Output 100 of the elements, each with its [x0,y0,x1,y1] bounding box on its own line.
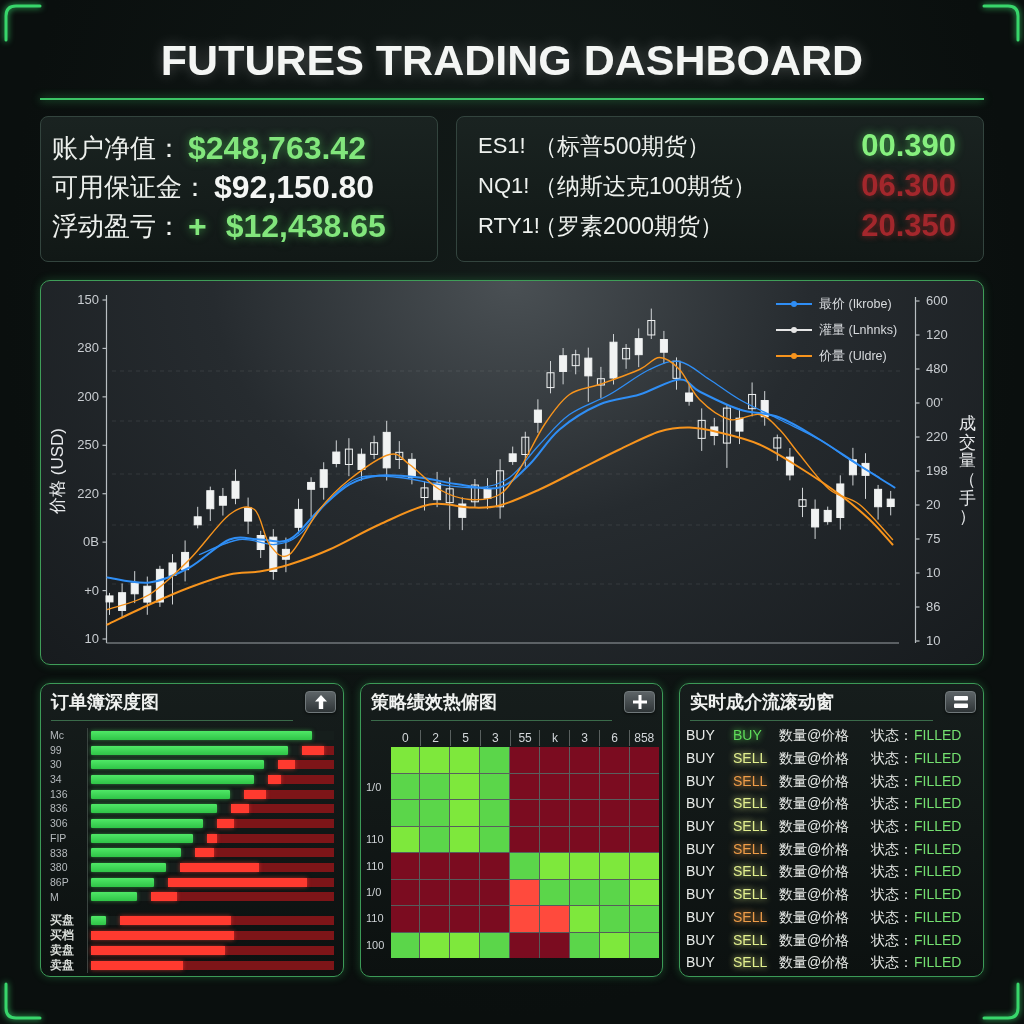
price-value: 06.300 [861,168,956,204]
axis-tick-label: 86 [926,599,941,615]
row-label: 1/0 [366,779,382,794]
status-label: 状态： [871,749,913,768]
axis-tick-label: 120 [926,327,948,343]
axis-tick-label: 75 [926,531,941,547]
add-button[interactable] [624,691,655,713]
status-value: FILLED [914,771,962,790]
status-value: FILLED [914,930,962,949]
plus-icon [632,695,647,709]
account-value: $248,763.42 [188,129,366,166]
contract-name: （标普500期货） [534,132,711,161]
side-label: 卖盘 [50,943,75,959]
axis-tick-label: 250 [77,437,99,454]
panel-title: 实时成介流滚动窗 [690,691,834,714]
axis-tick-label: 480 [926,361,948,377]
axis-tick-label: 220 [926,429,948,445]
status-label: 状态： [871,907,913,926]
list-button[interactable] [945,691,976,713]
trade-action: BUY [686,749,715,768]
price-level-label: 34 [50,772,63,787]
axis-tick-label: 10 [926,633,941,649]
price-level-label: 86P [50,874,70,890]
axis-tick-label: 20 [926,497,941,513]
axis-tick-label: 00' [926,395,943,411]
column-header: k [539,730,570,746]
status-label: 状态： [871,885,913,904]
status-value: FILLED [914,726,962,745]
symbol-label: ES1! [478,132,527,160]
status-label: 状态： [871,817,913,836]
status-label: 状态： [871,839,913,858]
status-value: FILLED [914,794,962,813]
frame-corner-drawing [4,982,42,1020]
trade-side: SELL [733,817,768,836]
column-header: 0 [401,730,410,746]
price-level-label: 136 [50,786,69,802]
trade-action: BUY [686,862,715,881]
price-level-label: 838 [50,845,69,861]
axis-tick-label: 220 [77,485,99,502]
panel-title: 订单簿深度图 [51,691,159,714]
trade-side: SELL [733,862,768,881]
axis-tick-label: 0B [83,534,99,551]
trade-action: BUY [686,839,715,858]
trade-side: SELL [733,885,768,904]
trade-side: SELL [733,953,768,972]
status-label: 状态： [871,862,913,881]
trade-action: BUY [686,771,715,790]
quantity-price: 数量@价格 [779,839,850,858]
axis-tick-label: 198 [926,463,948,479]
axis-tick-label: 10 [84,630,99,647]
trade-action: BUY [686,907,715,926]
price-level-label: M [50,889,60,905]
frame-corner-drawing [982,982,1020,1020]
legend-label: 灌量 (Lnhnks) [819,322,898,338]
status-value: FILLED [914,862,962,881]
side-label: 卖盘 [50,958,75,974]
value-sign: + [188,207,207,244]
row-label: 110 [366,832,384,847]
side-label: 买盘 [50,913,75,929]
trade-side: SELL [733,930,768,949]
account-value: $92,150.80 [214,168,375,205]
trade-side: SELL [733,749,768,768]
quantity-price: 数量@价格 [779,862,850,881]
axis-tick-label: 150 [77,292,99,308]
trade-action: BUY [686,726,715,745]
trade-action: BUY [686,953,715,972]
status-label: 状态： [871,930,913,949]
contract-name: （纳斯达克100期货） [534,172,757,201]
quantity-price: 数量@价格 [779,953,850,972]
up-button[interactable] [305,691,336,713]
column-header: 2 [420,730,451,746]
price-level-label: Mc [50,728,65,743]
quantity-price: 数量@价格 [779,726,850,745]
status-value: FILLED [914,885,962,904]
price-level-label: 836 [50,801,69,817]
row-label: 1/0 [366,885,382,900]
column-header: 3 [569,730,600,746]
panel-title: 策略绩效热俯图 [371,691,497,714]
status-value: FILLED [914,907,962,926]
status-label: 状态： [871,953,913,972]
price-value: 00.390 [861,128,956,164]
status-label: 状态： [871,794,913,813]
trade-side: SELL [733,839,768,858]
axis-title: 价格 (USD) [47,428,68,514]
frame-corner-drawing [982,4,1020,42]
price-level-label: 99 [50,742,63,758]
up-arrow-icon [314,695,327,709]
trade-side: SELL [733,794,768,813]
axis-tick-label: +0 [84,582,99,599]
axis-tick-label: 10 [926,565,941,581]
column-header: 6 [599,730,629,746]
column-header: 55 [509,730,540,746]
trade-action: BUY [686,817,715,836]
column-header: 858 [628,730,659,746]
row-label: 100 [366,937,385,952]
axis-tick-label: 200 [77,388,99,405]
axis-tick-label: 600 [926,293,948,309]
status-value: FILLED [914,817,962,836]
trade-action: BUY [686,885,715,904]
trade-action: BUY [686,794,715,813]
